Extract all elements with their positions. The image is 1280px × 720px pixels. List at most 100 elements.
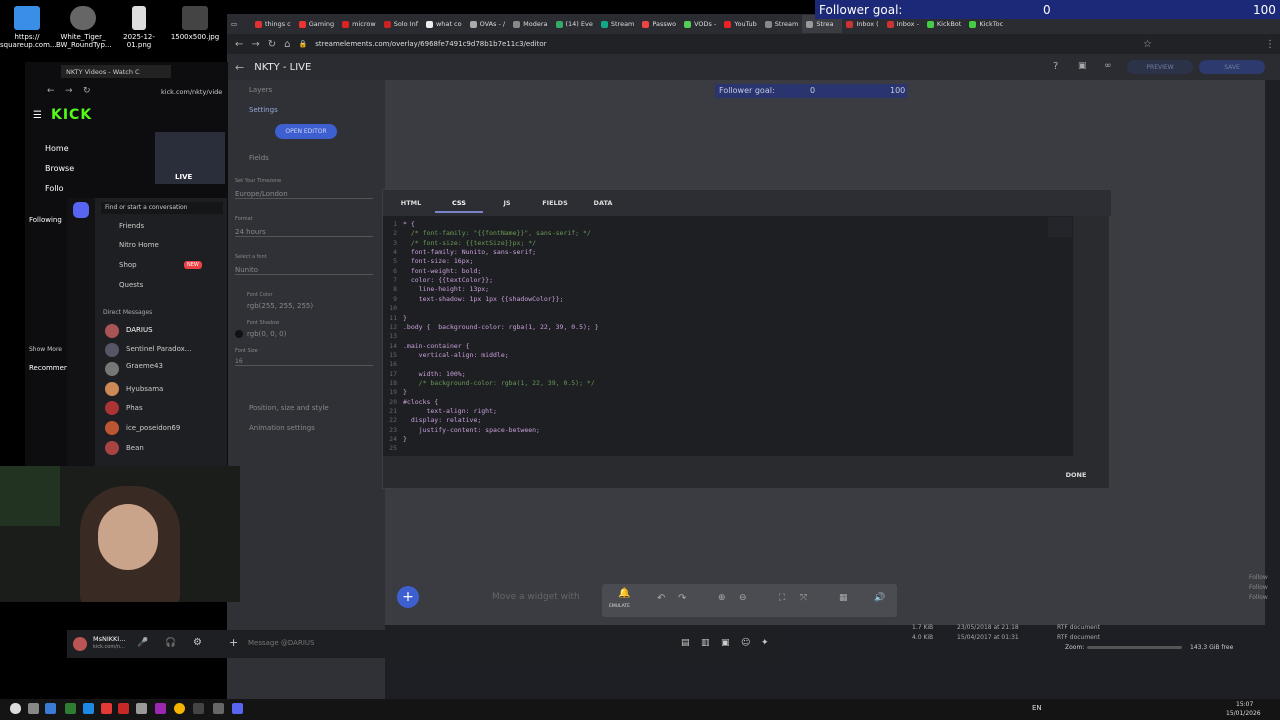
code-line[interactable]: 17 width: 100%; [383, 370, 465, 379]
browser-tab[interactable]: microw [338, 15, 380, 33]
discord-logo-icon[interactable] [73, 202, 89, 218]
shadow-color-field[interactable]: rgb(0, 0, 0) [247, 330, 286, 338]
app-icon[interactable] [118, 703, 129, 714]
settings-item[interactable]: Settings [249, 106, 278, 114]
browser-tab[interactable]: Modera [509, 15, 551, 33]
code-line[interactable]: 9 text-shadow: 1px 1px {{shadowColor}}; [383, 295, 563, 304]
layers-item[interactable]: Layers [249, 86, 272, 94]
app-icon[interactable] [193, 703, 204, 714]
code-line[interactable]: 16 [383, 360, 403, 369]
browser-tab[interactable]: Gaming [295, 15, 338, 33]
quests-item[interactable]: Quests [119, 281, 143, 289]
browser-tab[interactable]: OVAs - / [466, 15, 510, 33]
desktop-icon-squareup[interactable]: https:// squareup.com... [0, 6, 57, 49]
following-nav[interactable]: Follo [45, 184, 64, 193]
code-line[interactable]: 21 text-align: right; [383, 407, 497, 416]
code-line[interactable]: 12 .body { background-color: rgba(1, 22, … [383, 323, 599, 332]
shadow-swatch[interactable] [235, 330, 243, 338]
forward-icon[interactable]: → [251, 39, 259, 50]
tab-icon-button[interactable]: ▭ [227, 15, 251, 33]
home-icon[interactable]: ⌂ [284, 39, 290, 50]
code-line[interactable]: 13 [383, 332, 403, 341]
bell-icon[interactable]: 🔔 [618, 588, 630, 599]
gift-icon[interactable]: ▤ [681, 638, 690, 648]
discord-taskbar-icon[interactable] [232, 703, 243, 714]
search-input[interactable]: Find or start a conversation [101, 202, 223, 214]
code-line[interactable]: 10 [383, 304, 403, 313]
dm-bean[interactable]: Bean [126, 444, 144, 452]
fullscreen-icon[interactable]: ⛶ [779, 593, 785, 603]
browser-tab[interactable]: Solo Inf [380, 15, 422, 33]
dm-darius[interactable]: DARIUS [126, 326, 153, 334]
friends-item[interactable]: Friends [119, 222, 144, 230]
app-icon[interactable] [28, 703, 39, 714]
hamburger-icon[interactable]: ☰ [33, 110, 42, 121]
code-line[interactable]: 4 font-family: Nunito, sans-serif; [383, 248, 536, 257]
url-field[interactable]: streamelements.com/overlay/6968fe7491c9d… [315, 40, 546, 48]
emoji-icon[interactable]: ☺ [741, 638, 750, 648]
code-line[interactable]: 3 /* font-size: {{textSize}}px; */ [383, 239, 536, 248]
url-field[interactable]: kick.com/nkty/vide [161, 88, 222, 96]
desktop-icon-png[interactable]: 2025-12-01.png [112, 6, 166, 49]
code-line[interactable]: 22 display: relative; [383, 416, 481, 425]
save-button[interactable]: SAVE [1199, 60, 1265, 74]
code-line[interactable]: 14 .main-container { [383, 342, 469, 351]
app-icon[interactable] [65, 703, 76, 714]
code-line[interactable]: 6 font-weight: bold; [383, 267, 481, 276]
code-line[interactable]: 15 vertical-align: middle; [383, 351, 509, 360]
open-editor-button[interactable]: OPEN EDITOR [275, 124, 337, 139]
app-icon[interactable] [45, 703, 56, 714]
code-line[interactable]: 7 color: {{textColor}}; [383, 276, 493, 285]
kick-logo[interactable]: KICK [51, 107, 92, 123]
mic-icon[interactable]: 🎤 [137, 638, 148, 648]
nitro-item[interactable]: Nitro Home [119, 241, 159, 249]
font-color-field[interactable]: rgb(255, 255, 255) [247, 302, 313, 310]
browser-tab[interactable]: Stream [761, 15, 803, 33]
tab-data[interactable]: DATA [579, 199, 627, 207]
app-icon[interactable] [101, 703, 112, 714]
code-line[interactable]: 20 #clocks { [383, 398, 438, 407]
dm-ice[interactable]: ice_poseidon69 [126, 424, 180, 432]
back-icon[interactable]: ← [47, 86, 55, 96]
css-code-editor[interactable]: 1 * {2 /* font-family: "{{fontName}}", sa… [383, 216, 1073, 456]
font-select[interactable]: Nunito [235, 266, 373, 275]
code-line[interactable]: 24} [383, 435, 407, 444]
dm-graeme[interactable]: Graeme43 [126, 362, 163, 370]
code-line[interactable]: 25 [383, 444, 403, 453]
tab-css[interactable]: CSS [435, 199, 483, 213]
fields-section[interactable]: Fields [249, 154, 269, 162]
bookmark-star-icon[interactable]: ☆ [1143, 39, 1152, 50]
desktop-icon-jpg[interactable]: 1500x500.jpg [168, 6, 222, 41]
gif-icon[interactable]: ▥ [701, 638, 710, 648]
browser-tab[interactable]: (14) Eve [552, 15, 597, 33]
browser-tab[interactable]: Stream [597, 15, 639, 33]
message-input[interactable]: Message @DARIUS [248, 639, 314, 647]
image-icon[interactable]: ▣ [1078, 61, 1087, 71]
settings-gear-icon[interactable]: ⚙ [193, 637, 202, 648]
zoom-slider[interactable] [1087, 646, 1182, 649]
follower-goal-widget[interactable]: Follower goal: 0 100 [715, 84, 907, 98]
headphones-icon[interactable]: 🎧 [165, 638, 176, 648]
user-avatar[interactable] [73, 637, 87, 651]
app-icon[interactable] [83, 703, 94, 714]
code-line[interactable]: 18 /* background-color: rgba(1, 22, 39, … [383, 379, 595, 388]
font-size-input[interactable]: 16 [235, 358, 373, 366]
desktop-icon-white-tiger[interactable]: White_Tiger_ BW_RoundTyp... [56, 6, 112, 49]
start-menu-icon[interactable] [10, 703, 21, 714]
timezone-select[interactable]: Europe/London [235, 190, 373, 199]
help-icon[interactable]: ? [1053, 61, 1058, 72]
browser-tab[interactable]: things c [251, 15, 295, 33]
chrome-icon[interactable] [174, 703, 185, 714]
undo-icon[interactable]: ↶ [657, 593, 665, 604]
format-select[interactable]: 24 hours [235, 228, 373, 237]
forward-icon[interactable]: → [65, 86, 73, 96]
code-line[interactable]: 23 justify-content: space-between; [383, 426, 540, 435]
done-button[interactable]: DONE [1057, 468, 1095, 482]
preview-button[interactable]: PREVIEW [1127, 60, 1193, 74]
back-arrow-icon[interactable]: ← [235, 61, 244, 74]
shop-item[interactable]: Shop [119, 261, 137, 269]
menu-icon[interactable]: ⋮ [1265, 39, 1275, 50]
add-widget-button[interactable]: + [397, 586, 419, 608]
browse-nav[interactable]: Browse [45, 164, 74, 173]
language-indicator[interactable]: EN [1032, 704, 1042, 712]
